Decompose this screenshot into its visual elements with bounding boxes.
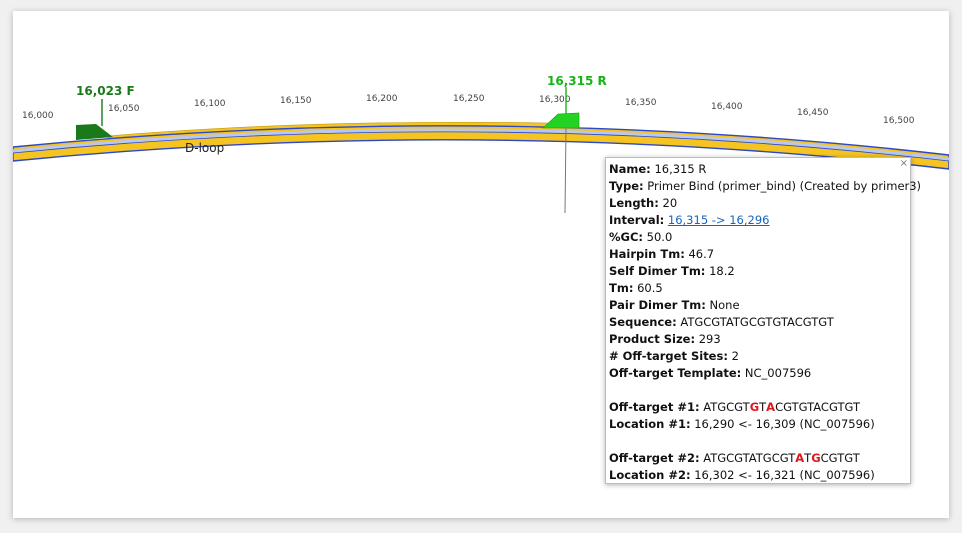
tooltip-self-dimer-row: Self Dimer Tm: 18.2 xyxy=(609,264,735,278)
tooltip-location-2-row: Location #2: 16,302 <- 16,321 (NC_007596… xyxy=(609,468,875,482)
tooltip-gc-row: %GC: 50.0 xyxy=(609,230,673,244)
tick-label: 16,400 xyxy=(711,102,743,112)
mismatch-base: A xyxy=(795,451,805,465)
tooltip-length-row: Length: 20 xyxy=(609,196,678,210)
tooltip-offtarget-sites-row: # Off-target Sites: 2 xyxy=(609,349,739,363)
tick-label: 16,500 xyxy=(883,116,915,126)
tick-label: 16,200 xyxy=(366,94,398,104)
tooltip-offtarget-template-row: Off-target Template: NC_007596 xyxy=(609,366,812,380)
interval-link[interactable]: 16,315 -> 16,296 xyxy=(668,213,770,227)
tick-label: 16,350 xyxy=(625,98,657,108)
feature-label-dloop[interactable]: D-loop xyxy=(185,141,224,155)
tick-label: 16,150 xyxy=(280,96,312,106)
close-icon[interactable]: × xyxy=(900,158,908,170)
tooltip-interval-row: Interval: 16,315 -> 16,296 xyxy=(609,213,770,227)
tooltip-product-size-row: Product Size: 293 xyxy=(609,332,721,346)
tooltip-type-row: Type: Primer Bind (primer_bind) (Created… xyxy=(609,179,922,193)
tooltip-name-row: Name: 16,315 R xyxy=(609,162,707,176)
feature-tooltip: × Name: 16,315 R Type: Primer Bind (prim… xyxy=(605,157,922,484)
tooltip-sequence-row: Sequence: ATGCGTATGCGTGTACGTGT xyxy=(609,315,834,329)
tooltip-pair-dimer-row: Pair Dimer Tm: None xyxy=(609,298,740,312)
tooltip-offtarget-2-row: Off-target #2: ATGCGTATGCGTATGCGTGT xyxy=(609,451,860,465)
reverse-primer-label[interactable]: 16,315 R xyxy=(547,74,607,88)
forward-primer-label[interactable]: 16,023 F xyxy=(76,84,135,98)
tick-label: 16,100 xyxy=(194,99,226,109)
tooltip-tm-row: Tm: 60.5 xyxy=(609,281,663,295)
tick-label: 16,450 xyxy=(797,108,829,118)
tick-label: 16,000 xyxy=(22,111,54,121)
mismatch-base: A xyxy=(766,400,776,414)
tooltip-hairpin-row: Hairpin Tm: 46.7 xyxy=(609,247,715,261)
tick-label: 16,050 xyxy=(108,104,140,114)
tick-label: 16,250 xyxy=(453,94,485,104)
tooltip-location-1-row: Location #1: 16,290 <- 16,309 (NC_007596… xyxy=(609,417,875,431)
tick-labels: 16,000 16,050 16,100 16,150 16,200 16,25… xyxy=(22,94,915,126)
mismatch-base: G xyxy=(811,451,821,465)
mismatch-base: G xyxy=(749,400,760,414)
tooltip-offtarget-1-row: Off-target #1: ATGCGTGTACGTGTACGTGT xyxy=(609,400,861,414)
